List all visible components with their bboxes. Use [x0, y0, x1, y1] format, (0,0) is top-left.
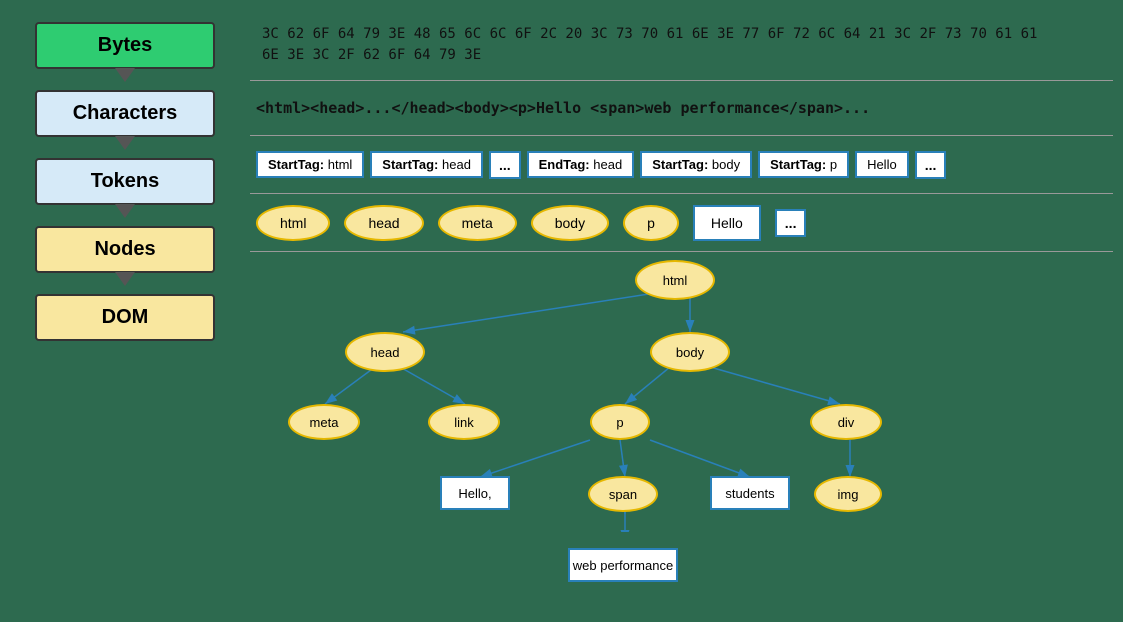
tree-web-performance: web performance — [568, 548, 678, 582]
tree-hello-comma: Hello, — [440, 476, 510, 510]
characters-section: <html><head>...</head><body><p>Hello <sp… — [250, 81, 1113, 136]
tree-body: body — [650, 332, 730, 372]
tree-students: students — [710, 476, 790, 510]
tree-meta: meta — [288, 404, 360, 440]
pipeline-dom: DOM — [35, 294, 215, 341]
tokens-section: StartTag: html StartTag: head ... EndTag… — [250, 136, 1113, 194]
nodes-label: Nodes — [94, 238, 155, 260]
pipeline-bytes: Bytes — [35, 22, 215, 69]
dom-label: DOM — [102, 306, 149, 328]
tree-div: div — [810, 404, 882, 440]
token-end-head: EndTag: head — [527, 151, 635, 178]
bytes-line2: 6E 3E 3C 2F 62 6F 64 79 3E — [262, 45, 1037, 66]
node-meta: meta — [438, 205, 517, 241]
tree-img: img — [814, 476, 882, 512]
nodes-section: html head meta body p Hello ... — [250, 194, 1113, 252]
tree-head: head — [345, 332, 425, 372]
arrow2 — [115, 140, 135, 154]
tree-p: p — [590, 404, 650, 440]
node-hello-text: Hello — [693, 205, 761, 241]
nodes-row: html head meta body p Hello ... — [256, 205, 806, 241]
token-hello: Hello — [855, 151, 909, 178]
bytes-text: 3C 62 6F 64 79 3E 48 65 6C 6C 6F 2C 20 3… — [256, 18, 1043, 72]
pipeline-nodes: Nodes — [35, 226, 215, 273]
bytes-line1: 3C 62 6F 64 79 3E 48 65 6C 6C 6F 2C 20 3… — [262, 24, 1037, 45]
token-ellipsis1: ... — [489, 151, 521, 179]
dom-tree: html head body meta link — [250, 252, 1113, 532]
chars-webperf: web performance — [644, 99, 779, 117]
characters-label: Characters — [73, 102, 178, 124]
node-head: head — [344, 205, 423, 241]
dom-section: html head body meta link — [250, 252, 1113, 612]
chars-end: </span>... — [780, 99, 870, 117]
token-start-html: StartTag: html — [256, 151, 364, 178]
tree-html: html — [635, 260, 715, 300]
bytes-section: 3C 62 6F 64 79 3E 48 65 6C 6C 6F 2C 20 3… — [250, 10, 1113, 81]
token-start-head: StartTag: head — [370, 151, 483, 178]
tokens-label: Tokens — [91, 170, 160, 192]
arrow3 — [115, 208, 135, 222]
chars-text: <html><head>...</head><body><p>Hello <sp… — [256, 99, 870, 117]
tree-span: span — [588, 476, 658, 512]
tokens-row: StartTag: html StartTag: head ... EndTag… — [256, 151, 946, 179]
arrow1 — [115, 72, 135, 86]
token-start-body: StartTag: body — [640, 151, 752, 178]
pipeline-tokens: Tokens — [35, 158, 215, 205]
bytes-label: Bytes — [98, 34, 152, 56]
token-ellipsis2: ... — [915, 151, 947, 179]
node-html: html — [256, 205, 330, 241]
node-ellipsis: ... — [775, 209, 807, 237]
tree-link: link — [428, 404, 500, 440]
node-body: body — [531, 205, 609, 241]
pipeline: Bytes Characters Tokens Nodes — [10, 10, 240, 612]
token-start-p: StartTag: p — [758, 151, 849, 178]
chars-html: <html><head>...</head><body><p>Hello <sp… — [256, 99, 644, 117]
arrow4 — [115, 276, 135, 290]
node-p: p — [623, 205, 679, 241]
content-area: 3C 62 6F 64 79 3E 48 65 6C 6C 6F 2C 20 3… — [250, 10, 1113, 612]
pipeline-characters: Characters — [35, 90, 215, 137]
